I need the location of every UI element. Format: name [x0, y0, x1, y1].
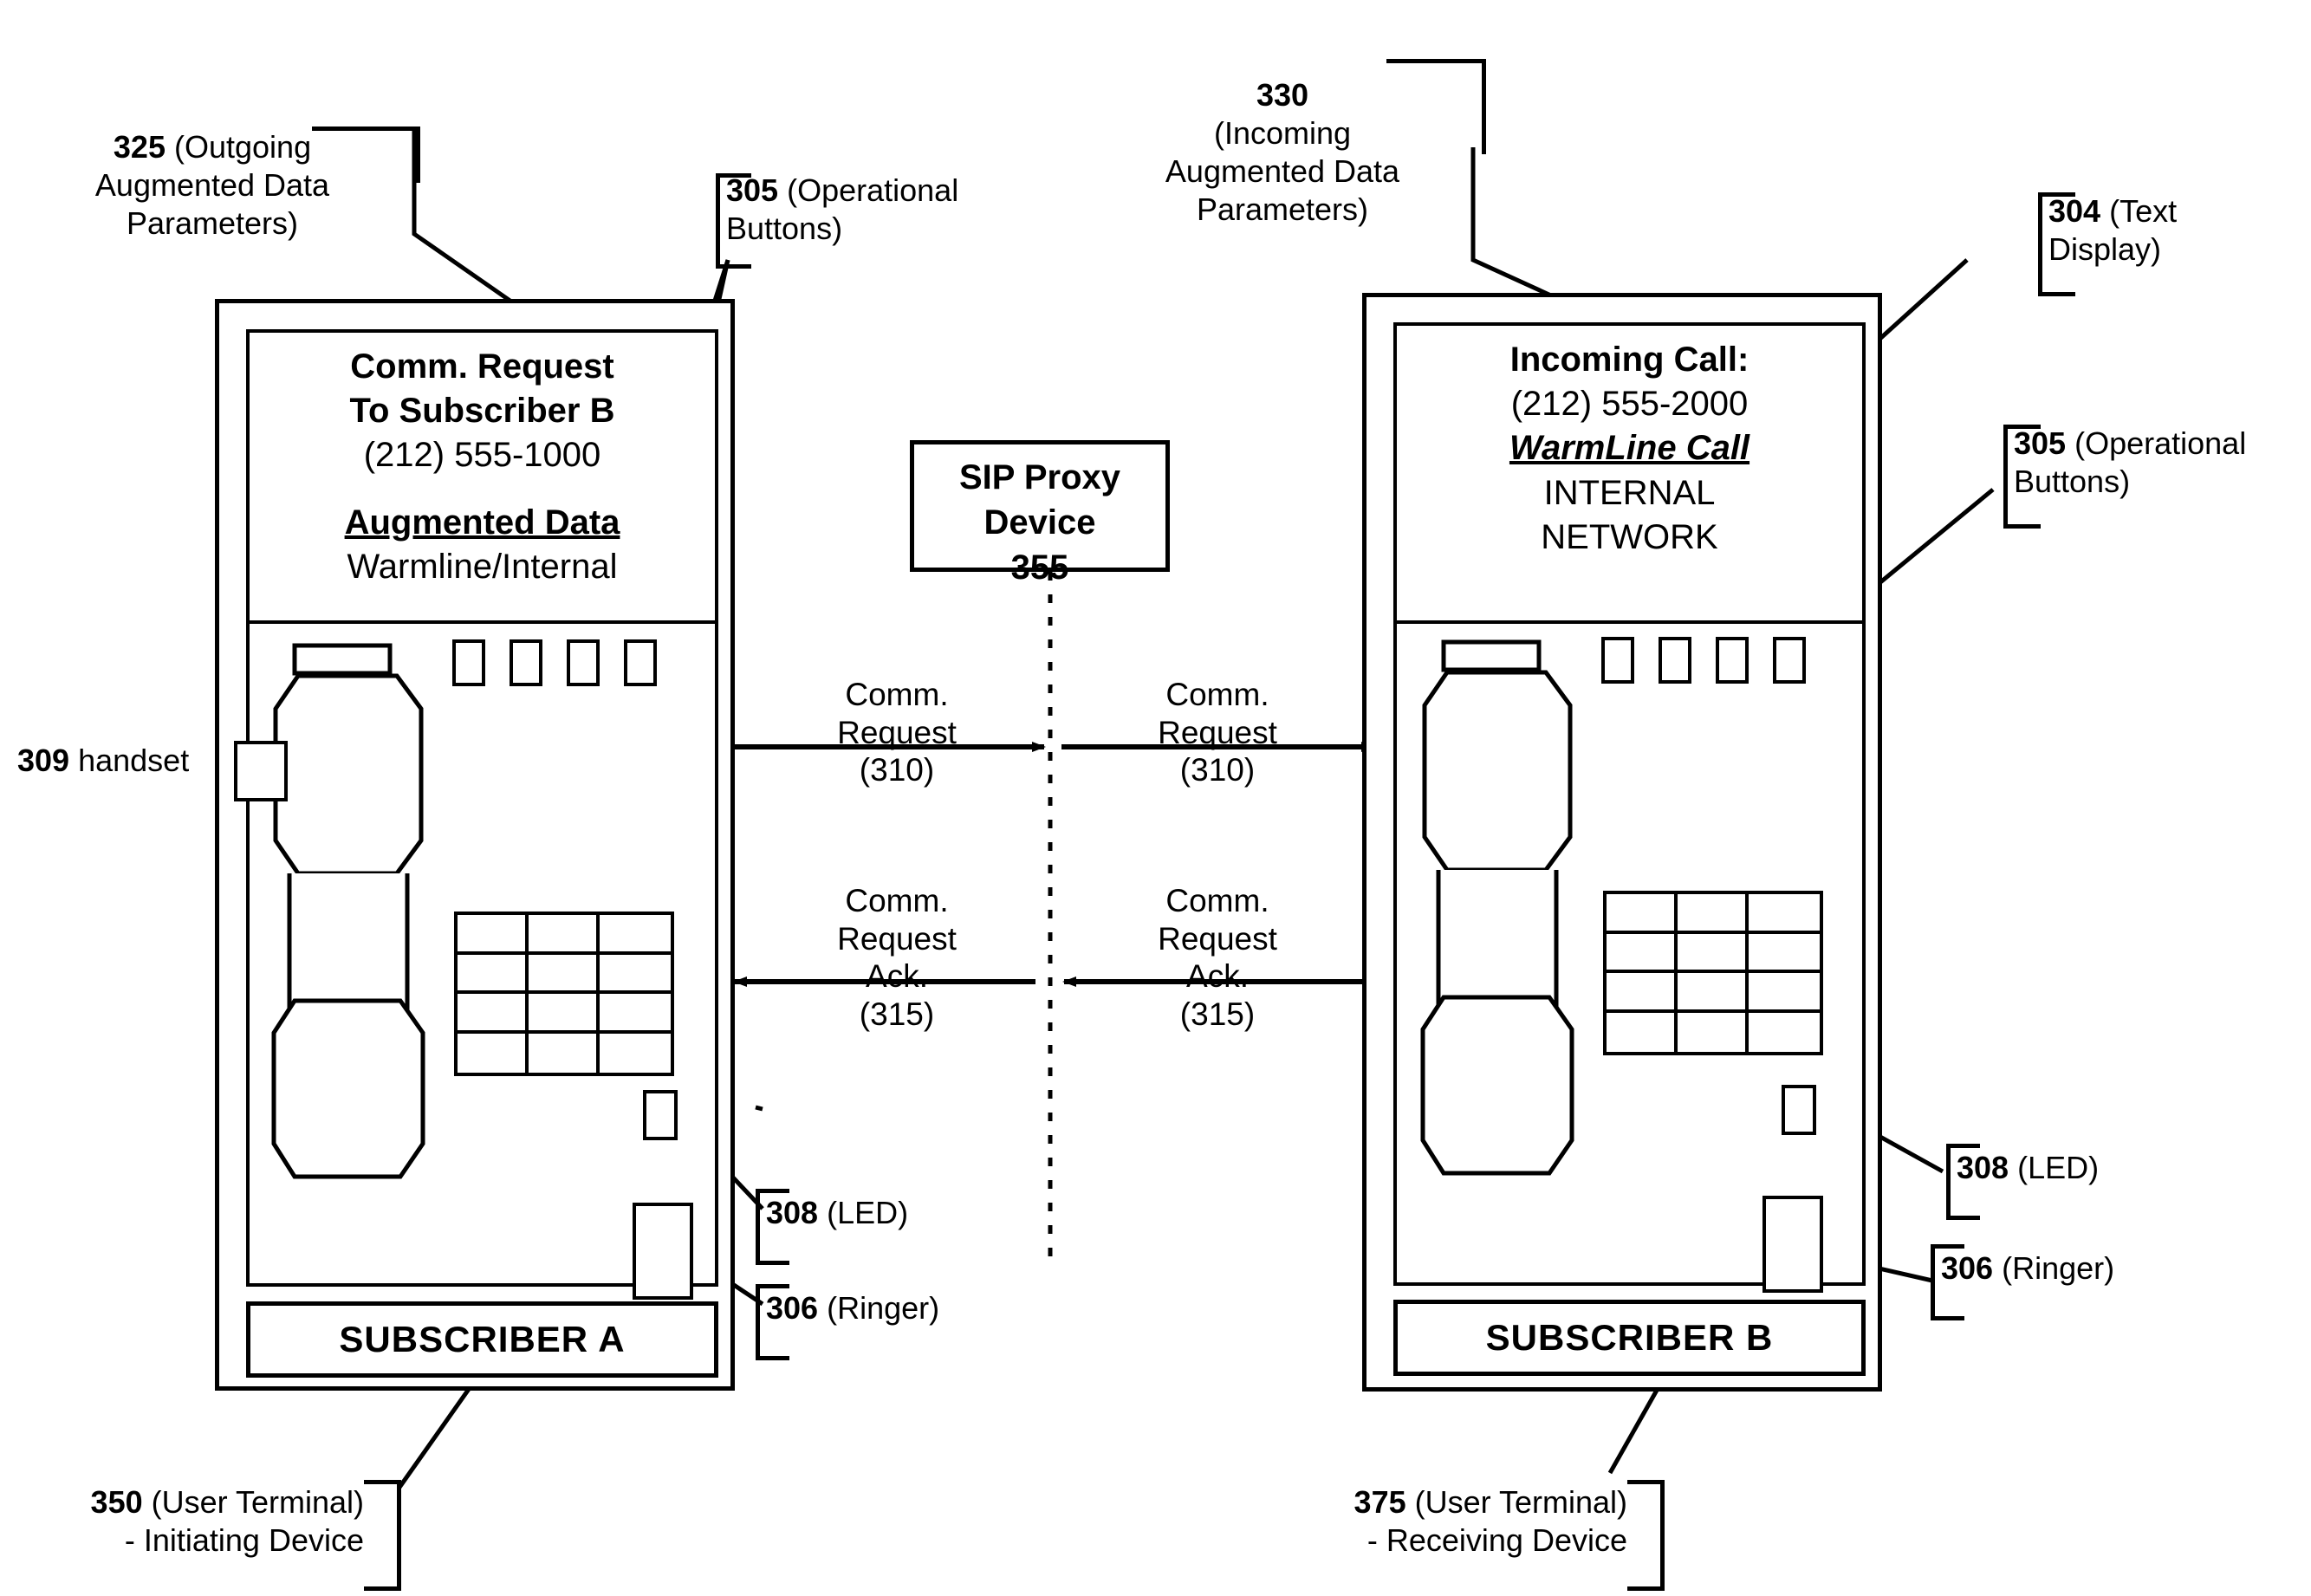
message-text-ack-right: Comm. Request Ack. (315) [1158, 883, 1277, 1032]
left-subscriber-name: SUBSCRIBER A [339, 1319, 626, 1359]
left-keypad-cell[interactable] [529, 994, 600, 1034]
left-keypad-cell[interactable] [529, 915, 600, 955]
right-text-display: Incoming Call: (212) 555-2000 WarmLine C… [1393, 322, 1866, 624]
left-keypad-cell[interactable] [458, 915, 529, 955]
callout-305-right: 305 (Operational Buttons) [2014, 425, 2308, 501]
callout-330-text: (Incoming Augmented Data Parameters) [1165, 114, 1400, 227]
callout-308-left-number: 308 [766, 1195, 819, 1230]
callout-325-number: 325 [113, 129, 166, 165]
message-label-comm-request-left: Comm. Request (310) [806, 676, 988, 789]
right-keypad-cell[interactable] [1607, 973, 1678, 1013]
callout-375-bracket [1627, 1480, 1665, 1591]
left-keypad-cell[interactable] [458, 954, 529, 994]
left-keypad[interactable] [454, 912, 674, 1076]
callout-308-right: 308 (LED) [1957, 1149, 2217, 1187]
callout-306-right-text: (Ringer) [1993, 1250, 2115, 1286]
left-keypad-cell[interactable] [600, 994, 671, 1034]
left-operational-button-2[interactable] [510, 639, 542, 686]
right-display-line-5: NETWORK [1541, 517, 1718, 556]
callout-325: 325 (Outgoing Augmented Data Parameters) [69, 128, 355, 243]
callout-375-number: 375 [1353, 1484, 1406, 1520]
left-hookswitch[interactable] [234, 741, 288, 801]
right-keypad-cell[interactable] [1749, 894, 1820, 934]
callout-305-left: 305 (Operational Buttons) [726, 172, 1021, 248]
left-display-line-3: (212) 555-1000 [363, 436, 601, 475]
left-display-line-5: Warmline/Internal [347, 547, 618, 586]
left-keypad-cell[interactable] [600, 1034, 671, 1074]
left-ringer [633, 1203, 693, 1300]
sip-proxy-device-box: SIP Proxy Device 355 [910, 440, 1170, 587]
callout-375: 375 (User Terminal) - Receiving Device [1315, 1483, 1627, 1560]
right-keypad-cell[interactable] [1749, 934, 1820, 973]
left-keypad-cell[interactable] [458, 1033, 529, 1073]
right-keypad-cell[interactable] [1678, 1012, 1749, 1052]
left-keypad-cell[interactable] [600, 955, 671, 994]
callout-350-text: (User Terminal) - Initiating Device [124, 1484, 364, 1558]
right-keypad-cell[interactable] [1749, 1013, 1820, 1053]
right-keypad-cell[interactable] [1607, 933, 1678, 973]
left-led-indicator [643, 1090, 678, 1140]
callout-306-left: 306 (Ringer) [766, 1289, 1061, 1327]
callout-308-left: 308 (LED) [766, 1194, 1026, 1232]
left-subscriber-name-bar: SUBSCRIBER A [246, 1301, 718, 1378]
message-text-request-right: Comm. Request (310) [1158, 677, 1277, 788]
right-subscriber-name: SUBSCRIBER B [1485, 1317, 1774, 1358]
left-operational-button-3[interactable] [567, 639, 600, 686]
message-label-comm-request-ack-left: Comm. Request Ack. (315) [806, 882, 988, 1034]
message-label-comm-request-ack-right: Comm. Request Ack. (315) [1126, 882, 1308, 1034]
callout-304-number: 304 [2048, 193, 2101, 229]
callout-306-left-text: (Ringer) [818, 1290, 940, 1326]
callout-306-right-number: 306 [1941, 1250, 1994, 1286]
left-keypad-cell[interactable] [529, 954, 600, 994]
callout-308-right-number: 308 [1957, 1150, 2009, 1185]
right-keypad-cell[interactable] [1678, 973, 1749, 1013]
left-keypad-cell[interactable] [600, 915, 671, 955]
callout-304: 304 (Text Display) [2048, 192, 2308, 269]
callout-350: 350 (User Terminal) - Initiating Device [52, 1483, 364, 1560]
left-keypad-cell[interactable] [529, 1033, 600, 1073]
right-display-line-2: (212) 555-2000 [1510, 385, 1749, 424]
right-operational-button-2[interactable] [1659, 637, 1691, 684]
right-display-line-1: Incoming Call: [1509, 341, 1749, 379]
callout-308-left-text: (LED) [818, 1195, 909, 1230]
callout-350-bracket [364, 1480, 401, 1591]
left-display-line-4: Augmented Data [344, 503, 620, 542]
callout-305-right-number: 305 [2014, 425, 2067, 461]
left-text-display: Comm. Request To Subscriber B (212) 555-… [246, 329, 718, 624]
patent-figure: 325 (Outgoing Augmented Data Parameters)… [0, 0, 2311, 1596]
message-text-request-left: Comm. Request (310) [837, 677, 957, 788]
proxy-line-3: 355 [1010, 548, 1069, 587]
left-operational-button-4[interactable] [624, 639, 657, 686]
callout-330: 330 (Incoming Augmented Data Parameters) [1152, 76, 1412, 229]
right-subscriber-name-bar: SUBSCRIBER B [1393, 1300, 1866, 1376]
left-display-line-2: To Subscriber B [349, 392, 615, 431]
callout-309-number: 309 [17, 743, 70, 778]
left-keypad-cell[interactable] [458, 994, 529, 1034]
message-text-ack-left: Comm. Request Ack. (315) [837, 883, 957, 1032]
right-keypad[interactable] [1603, 891, 1823, 1055]
callout-309-text: handset [69, 743, 190, 778]
right-operational-button-3[interactable] [1716, 637, 1749, 684]
left-display-spacer [250, 478, 715, 501]
callout-306-right: 306 (Ringer) [1941, 1249, 2236, 1288]
proxy-line-2: Device [983, 503, 1096, 542]
right-led-indicator [1782, 1085, 1816, 1135]
callout-308-right-text: (LED) [2009, 1150, 2100, 1185]
right-operational-button-4[interactable] [1773, 637, 1806, 684]
right-keypad-cell[interactable] [1607, 894, 1678, 934]
left-display-line-1: Comm. Request [350, 347, 614, 386]
right-ringer [1762, 1196, 1823, 1293]
callout-350-number: 350 [90, 1484, 143, 1520]
right-display-line-3: WarmLine Call [1509, 429, 1750, 468]
right-keypad-cell[interactable] [1678, 933, 1749, 973]
callout-305-left-number: 305 [726, 172, 779, 208]
right-display-line-4: INTERNAL [1543, 473, 1716, 512]
right-keypad-cell[interactable] [1749, 973, 1820, 1013]
callout-306-left-number: 306 [766, 1290, 819, 1326]
right-keypad-cell[interactable] [1607, 1012, 1678, 1052]
proxy-line-1: SIP Proxy [958, 458, 1121, 496]
callout-330-number: 330 [1256, 77, 1309, 113]
message-label-comm-request-right: Comm. Request (310) [1126, 676, 1308, 789]
right-keypad-cell[interactable] [1678, 894, 1749, 934]
